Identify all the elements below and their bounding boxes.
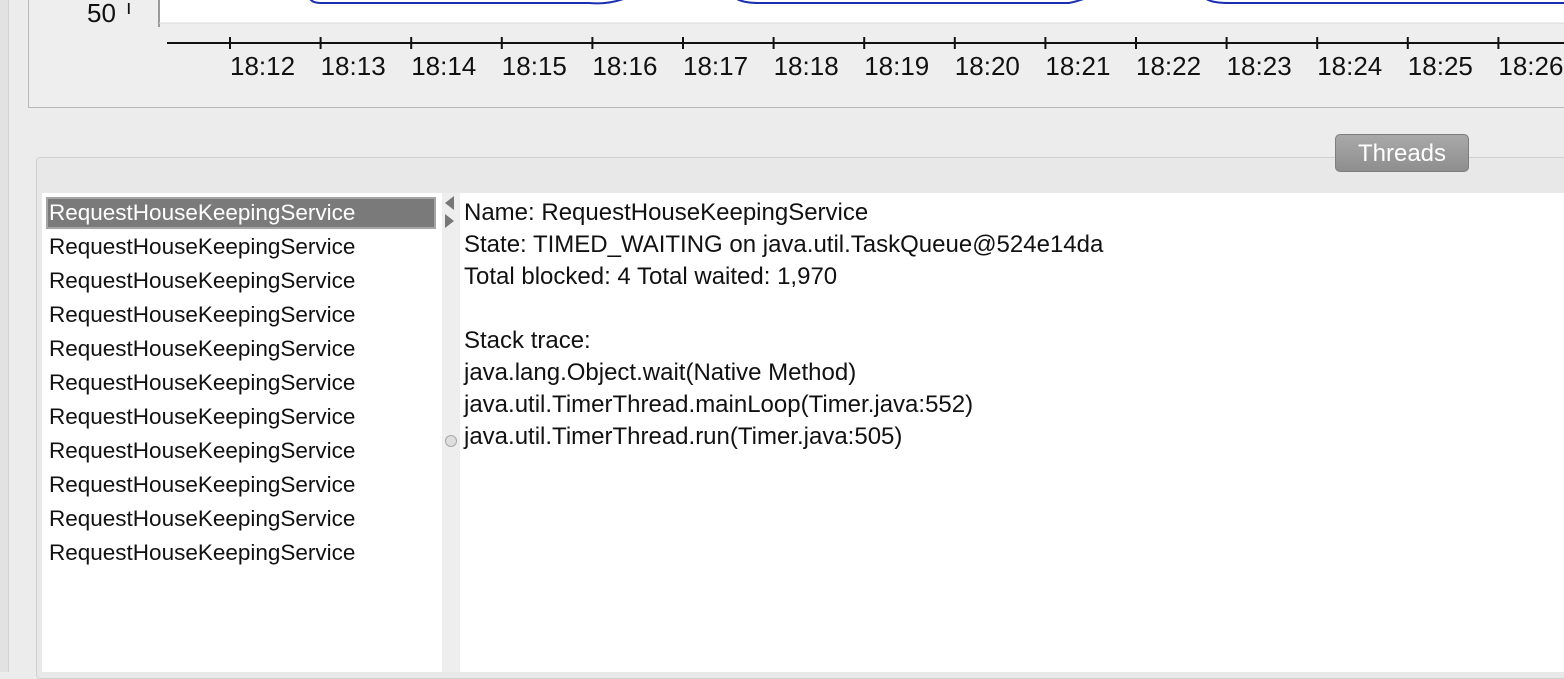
threads-chart: 50 ı 18:12 18:13 18:14 18:15 18:16 18:17 18:18… [87, 0, 1564, 81]
x-tick-label: 18:23 [1227, 51, 1292, 81]
thread-list-item[interactable]: RequestHouseKeepingService [46, 299, 436, 331]
x-tick-label: 18:25 [1408, 51, 1473, 81]
stack-frame: java.util.TimerThread.mainLoop(Timer.jav… [464, 391, 974, 418]
window-left-edge [0, 0, 9, 672]
thread-state-text: State: TIMED_WAITING on java.util.TaskQu… [464, 231, 1104, 258]
thread-list-item-selected[interactable]: RequestHouseKeepingService [46, 197, 436, 229]
x-tick-label: 18:19 [864, 51, 929, 81]
y-tick-label: 50 [87, 0, 116, 28]
thread-list-item[interactable]: RequestHouseKeepingService [46, 333, 436, 365]
x-tick-label: 18:21 [1045, 51, 1110, 81]
x-tick-label: 18:26 [1498, 51, 1563, 81]
thread-list-item[interactable]: RequestHouseKeepingService [46, 469, 436, 501]
thread-list-item[interactable]: RequestHouseKeepingService [46, 435, 436, 467]
thread-list-item[interactable]: RequestHouseKeepingService [46, 537, 436, 569]
stack-trace-header: Stack trace: [464, 327, 591, 354]
thread-list-item[interactable]: RequestHouseKeepingService [46, 231, 436, 263]
x-tick-label: 18:20 [955, 51, 1020, 81]
thread-list-item[interactable]: RequestHouseKeepingService [46, 401, 436, 433]
x-tick-label: 18:24 [1317, 51, 1382, 81]
thread-name-text: Name: RequestHouseKeepingService [464, 199, 869, 226]
splitter-grip-icon[interactable] [445, 435, 457, 447]
thread-totals-text: Total blocked: 4 Total waited: 1,970 [464, 263, 838, 290]
y-tick-mark: ı [126, 0, 132, 19]
collapse-left-arrow-icon[interactable] [445, 196, 454, 210]
stack-frame: java.util.TimerThread.run(Timer.java:505… [464, 423, 903, 450]
x-tick-label: 18:13 [321, 51, 386, 81]
x-tick-label: 18:15 [502, 51, 567, 81]
stack-frame: java.lang.Object.wait(Native Method) [464, 359, 857, 386]
x-tick-label: 18:16 [592, 51, 657, 81]
thread-list-item[interactable]: RequestHouseKeepingService [46, 265, 436, 297]
x-tick-label: 18:18 [774, 51, 839, 81]
split-pane-divider[interactable] [442, 193, 461, 672]
x-tick-label: 18:17 [683, 51, 748, 81]
thread-list-item[interactable]: RequestHouseKeepingService [46, 367, 436, 399]
x-tick-label: 18:12 [230, 51, 295, 81]
threads-chart-panel: 50 ı 18:12 18:13 18:14 18:15 18:16 18:17 18:18… [28, 0, 1564, 108]
expand-right-arrow-icon[interactable] [445, 214, 454, 228]
thread-list-item[interactable]: RequestHouseKeepingService [46, 503, 436, 535]
threads-tab-button[interactable]: Threads [1335, 134, 1469, 172]
thread-details-pane: Name: RequestHouseKeepingService State: … [460, 193, 1564, 672]
x-tick-label: 18:22 [1136, 51, 1201, 81]
x-tick-label: 18:14 [411, 51, 476, 81]
thread-list[interactable]: RequestHouseKeepingService RequestHouseK… [42, 193, 443, 672]
